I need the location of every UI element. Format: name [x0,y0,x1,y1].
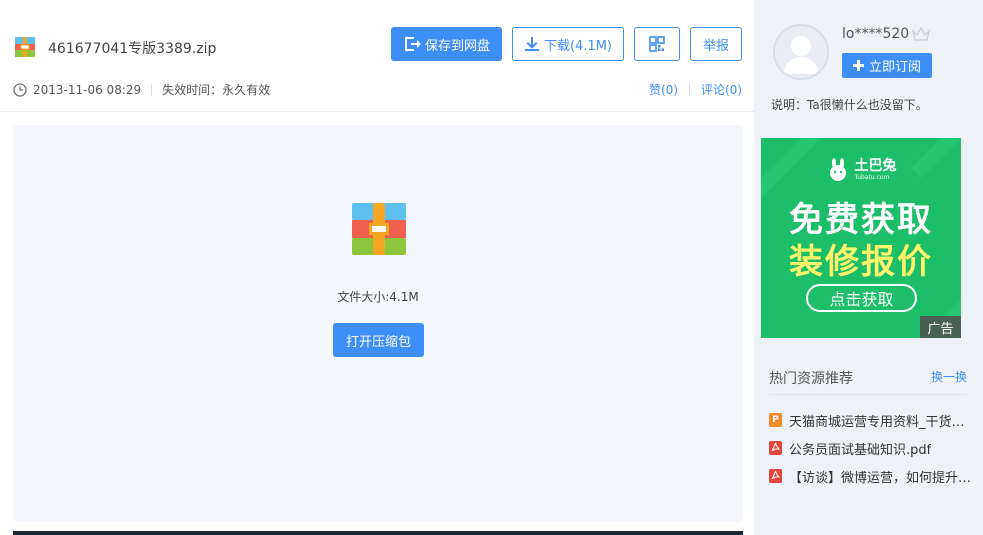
qr-code-button[interactable] [634,27,680,61]
username-text: lo****520 [842,26,910,42]
file-header: 461677041专版3389.zip 保存到网盘 下载(4.1M) 举报 20… [0,0,754,112]
subscribe-label: 立即订阅 [868,60,921,75]
open-archive-button[interactable]: 打开压缩包 [333,323,424,357]
ad-brand-text: 土巴兔 Tubatu.com [855,159,897,181]
file-size: 文件大小:4.1M [337,290,419,304]
ad-brand-logo: 土巴兔 Tubatu.com [761,158,961,182]
hot-resources-list: P 天猫商城运营专用资料_干货版.p... 公务员面试基础知识.pdf 【访谈】… [769,406,979,490]
ad-brand-name: 土巴兔 [854,158,897,174]
section-divider [769,394,967,395]
report-label: 举报 [702,38,729,54]
hot-resource-item[interactable]: 公务员面试基础知识.pdf [769,434,979,462]
avatar[interactable] [773,24,829,80]
sidebar: lo****520 立即订阅 说明：Ta很懒什么也没留下。 土巴兔 Tubatu… [754,0,983,535]
save-to-cloud-label: 保存到网盘 [424,38,490,54]
ad-cta-button[interactable]: 点击获取 [806,284,917,312]
ad-headline-2: 装修报价 [789,242,933,282]
plus-icon [852,60,864,71]
ad-brand-domain: Tubatu.com [854,174,890,181]
upload-date: 2013-11-06 08:29 [33,82,142,97]
refresh-recommendations-link[interactable]: 换一换 [931,368,967,385]
zip-archive-icon [15,37,35,57]
hot-resources-title: 热门资源推荐 [769,371,853,387]
file-actions: 赞(0) 评论(0) [649,81,742,98]
hot-resource-title: 【访谈】微博运营，如何提升企... [789,470,977,486]
ppt-file-icon: P [769,413,782,427]
username[interactable]: lo****520 [842,26,931,42]
save-to-cloud-button[interactable]: 保存到网盘 [391,27,502,61]
pdf-file-icon [769,469,782,483]
hot-resource-item[interactable]: P 天猫商城运营专用资料_干货版.p... [769,406,979,434]
actions-divider [689,83,690,96]
preview-bottom-edge [13,531,743,535]
user-silhouette-icon [775,26,827,78]
download-label: 下载(4.1M) [543,38,613,54]
file-meta: 2013-11-06 08:29 失效时间：永久有效 [13,81,270,98]
expiry-text: 失效时间：永久有效 [162,83,271,97]
rabbit-logo-icon [829,158,846,181]
clock-icon [13,82,27,97]
report-button[interactable]: 举报 [690,27,742,61]
file-preview: 文件大小:4.1M 打开压缩包 [13,125,743,522]
like-link[interactable]: 赞(0) [649,81,678,98]
subscribe-button[interactable]: 立即订阅 [842,53,932,78]
save-to-disk-icon [404,37,421,51]
file-name: 461677041专版3389.zip [48,41,217,57]
download-icon [524,37,539,51]
comment-link[interactable]: 评论(0) [701,81,742,98]
hot-resource-title: 天猫商城运营专用资料_干货版.p... [789,414,977,430]
crown-icon [912,27,931,41]
pdf-file-icon [769,441,782,455]
main-panel: 461677041专版3389.zip 保存到网盘 下载(4.1M) 举报 20… [0,0,754,535]
ad-label: 广告 [920,316,961,338]
download-button[interactable]: 下载(4.1M) [512,27,624,61]
hot-resource-title: 公务员面试基础知识.pdf [789,442,932,458]
meta-divider [151,83,153,96]
hot-resource-item[interactable]: 【访谈】微博运营，如何提升企... [769,462,979,490]
zip-archive-icon [352,203,406,255]
qr-code-icon [649,36,665,52]
user-description: 说明：Ta很懒什么也没留下。 [771,98,928,112]
ad-banner[interactable]: 土巴兔 Tubatu.com 免费获取 装修报价 点击获取 广告 [761,138,961,338]
